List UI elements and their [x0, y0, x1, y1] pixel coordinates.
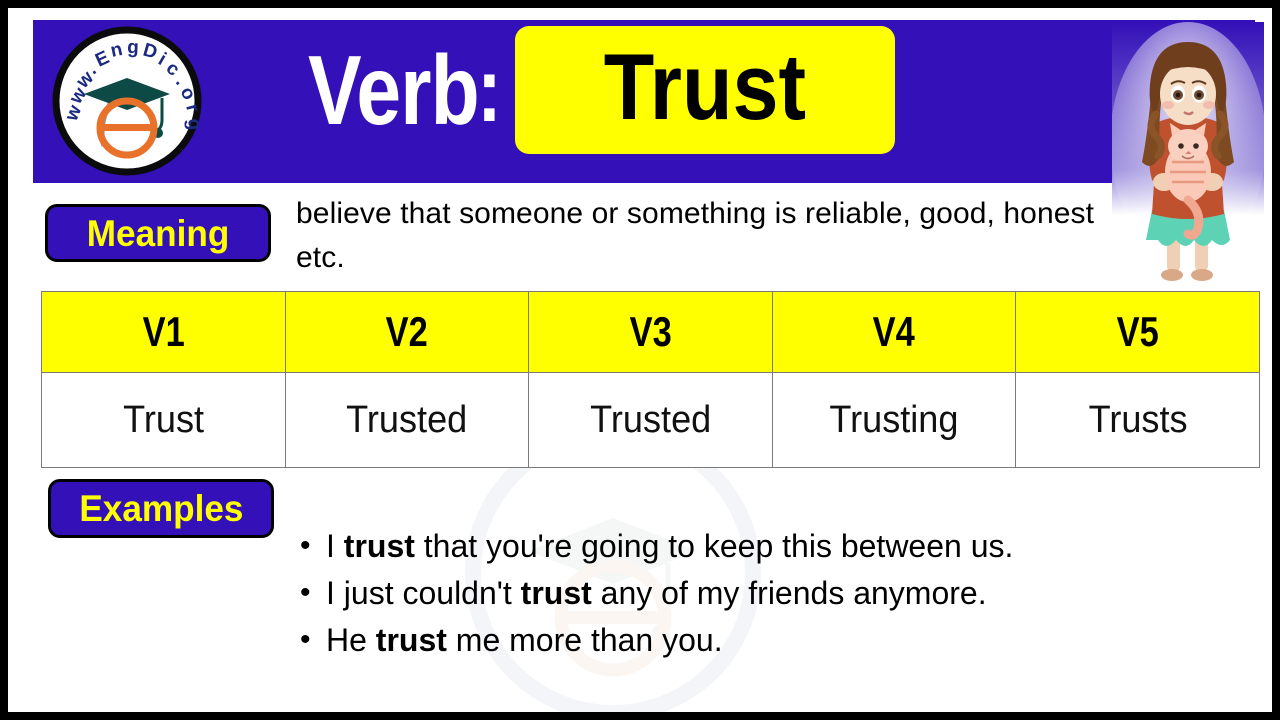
- poster-page: www.EngDic.org w w w . E n g D i c . o r…: [0, 0, 1280, 720]
- example-highlight: trust: [343, 528, 415, 564]
- list-item: I just couldn't trust any of my friends …: [298, 569, 1238, 617]
- verb-word: Trust: [603, 34, 807, 139]
- meaning-text: believe that someone or something is rel…: [296, 197, 1095, 274]
- cell-v1: Trust: [41, 372, 286, 468]
- column-header-v2: V2: [284, 291, 530, 373]
- svg-text:g: g: [127, 37, 139, 58]
- table-row: Trust Trusted Trusted Trusting Trusts: [41, 372, 1260, 468]
- table-header-row: V1 V2 V3 V4 V5: [41, 291, 1260, 373]
- verb-forms-table: V1 V2 V3 V4 V5 Trust Trusted Trusted Tru…: [41, 291, 1260, 468]
- list-item: He trust me more than you.: [298, 616, 1238, 664]
- page-title: Verb : Trust: [308, 26, 896, 154]
- column-header-v1: V1: [41, 291, 286, 373]
- example-text-before: I: [326, 528, 344, 564]
- examples-badge-label: Examples: [78, 488, 244, 529]
- column-header-v3: V3: [528, 291, 773, 373]
- meaning-badge-label: Meaning: [86, 212, 230, 254]
- example-text-after: me more than you.: [446, 622, 723, 658]
- examples-list: I trust that you're going to keep this b…: [298, 522, 1238, 664]
- verb-word-box: Trust: [515, 26, 896, 154]
- example-highlight: trust: [375, 622, 447, 658]
- example-text-before: I just couldn't: [326, 575, 521, 611]
- meaning-badge: Meaning: [45, 204, 271, 262]
- poster-sheet: www.EngDic.org w w w . E n g D i c . o r…: [8, 8, 1272, 712]
- examples-badge: Examples: [48, 479, 274, 538]
- column-header-v4: V4: [771, 291, 1017, 373]
- girl-holding-cat-illustration: [1112, 22, 1264, 290]
- engdic-logo[interactable]: w w w . E n g D i c . o r g: [52, 26, 202, 176]
- svg-text:g: g: [183, 118, 202, 131]
- cell-v3: Trusted: [528, 372, 773, 468]
- verb-label: Verb: [308, 35, 480, 145]
- title-separator: :: [477, 39, 503, 141]
- column-header-v5: V5: [1015, 291, 1260, 373]
- example-highlight: trust: [520, 575, 592, 611]
- list-item: I trust that you're going to keep this b…: [298, 522, 1238, 570]
- example-text-after: any of my friends anymore.: [591, 575, 987, 611]
- example-text-after: that you're going to keep this between u…: [414, 528, 1014, 564]
- cell-v5: Trusts: [1015, 372, 1260, 468]
- cell-v2: Trusted: [284, 372, 530, 468]
- cell-v4: Trusting: [771, 372, 1017, 468]
- example-text-before: He: [326, 622, 376, 658]
